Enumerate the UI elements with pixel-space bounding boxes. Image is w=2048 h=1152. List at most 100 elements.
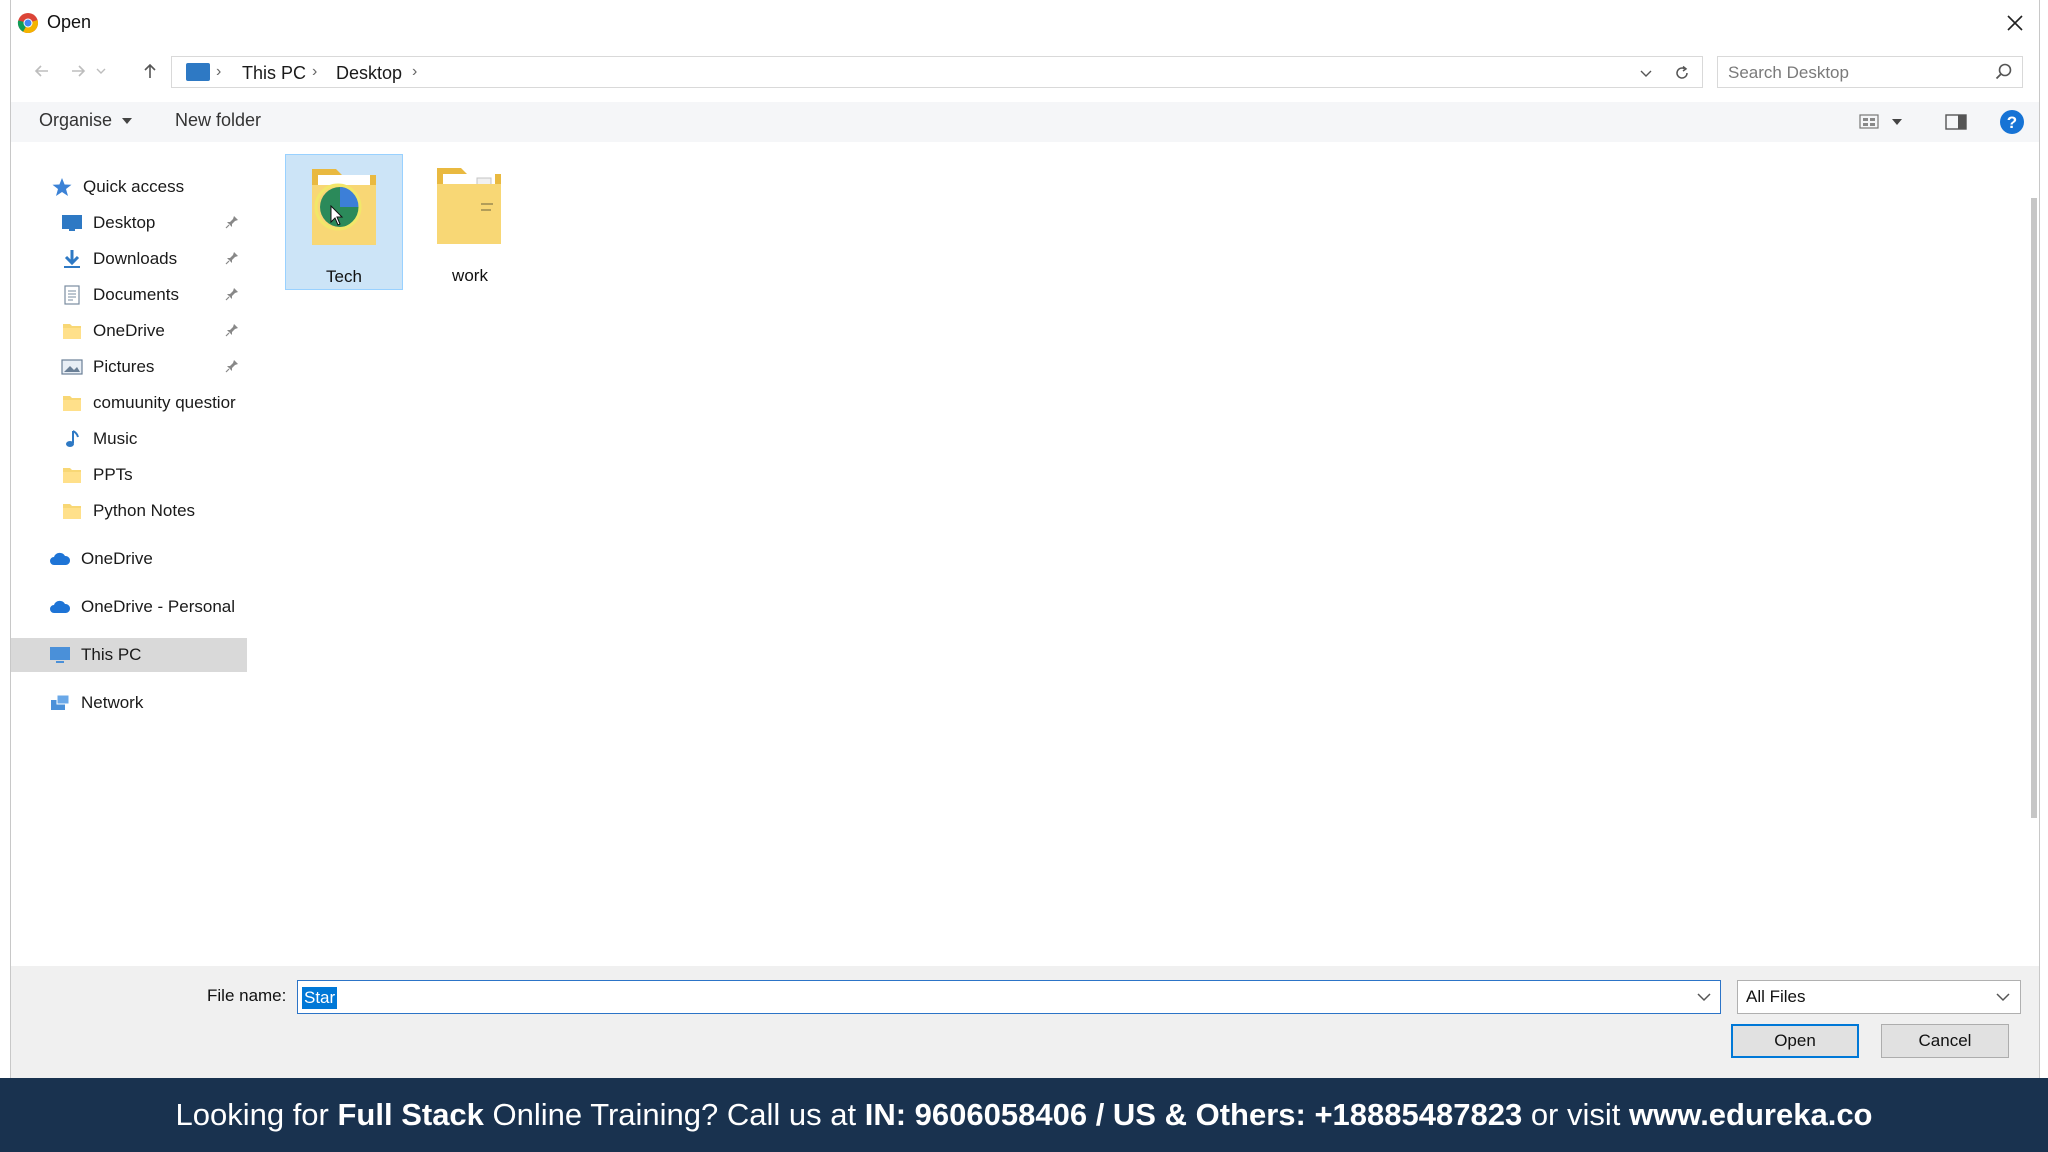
nav-item-label: Python Notes [93, 501, 196, 520]
banner-text-3: or visit [1522, 1097, 1629, 1132]
music-icon [66, 430, 79, 447]
file-item-work[interactable]: work [411, 154, 529, 290]
window-title: Open [47, 12, 92, 32]
file-item-tech[interactable]: Tech [285, 154, 403, 290]
arrow-right-icon [72, 65, 86, 77]
help-button[interactable]: ? [1999, 110, 2025, 134]
nav-item-documents[interactable]: Documents [11, 278, 247, 312]
banner-course: Full Stack [337, 1097, 484, 1132]
nav-network-label: Network [81, 693, 144, 712]
view-options-icon [1859, 114, 1879, 129]
new-folder-button[interactable]: New folder [175, 110, 261, 131]
this-pc-icon [186, 63, 210, 81]
mouse-cursor-icon [330, 205, 344, 226]
chevron-down-icon[interactable] [1694, 987, 1714, 1007]
close-button[interactable] [1997, 6, 2033, 40]
crumb-desktop[interactable]: Desktop [336, 63, 402, 84]
file-type-value: All Files [1746, 987, 1806, 1006]
organise-label: Organise [39, 110, 113, 130]
file-name-combobox[interactable]: Star [297, 980, 1721, 1014]
nav-onedrive-label: OneDrive [81, 549, 153, 568]
open-button[interactable]: Open [1731, 1024, 1859, 1058]
file-name-input[interactable]: Star [302, 987, 338, 1009]
nav-item-pictures[interactable]: Pictures [11, 350, 247, 384]
dialog-footer: File name: Star All Files Open Cancel [11, 966, 2039, 1078]
arrow-left-icon [34, 65, 48, 77]
nav-onedrive-personal[interactable]: OneDrive - Personal [11, 590, 247, 624]
nav-item-onedrive-folder[interactable]: OneDrive [11, 314, 247, 348]
documents-icon [64, 285, 80, 305]
navigation-pane: Quick access Desktop Downloads Documents… [11, 150, 247, 968]
back-button[interactable] [27, 56, 57, 86]
refresh-button[interactable] [1670, 61, 1694, 85]
nav-item-label: Pictures [93, 357, 155, 376]
chevron-down-icon [1996, 993, 2010, 1002]
pin-icon [225, 252, 238, 265]
up-button[interactable] [135, 56, 165, 86]
folder-icon [63, 396, 81, 411]
crumb-separator-icon: › [312, 63, 318, 80]
nav-item-label: Downloads [93, 249, 178, 268]
nav-item-label: Desktop [93, 213, 156, 232]
close-icon [2007, 15, 2023, 31]
crumb-this-pc[interactable]: This PC [242, 63, 306, 84]
file-item-label: Tech [326, 267, 362, 286]
caret-down-icon [1892, 119, 1902, 125]
network-icon [51, 694, 70, 710]
chevron-down-icon [1640, 70, 1652, 77]
nav-network[interactable]: Network [11, 686, 247, 720]
pin-icon [225, 216, 238, 229]
recent-locations-button[interactable] [91, 56, 111, 86]
preview-pane-icon [1945, 114, 1967, 130]
file-type-select[interactable]: All Files [1737, 980, 2021, 1014]
arrow-up-icon [144, 63, 156, 78]
crumb-separator-icon: › [412, 63, 418, 80]
promo-banner: Looking for Full Stack Online Training? … [0, 1078, 2048, 1152]
cloud-icon [50, 600, 71, 613]
folder-icon [63, 504, 81, 519]
nav-item-ppts[interactable]: PPTs [11, 458, 247, 492]
crumb-separator-icon: › [216, 63, 222, 80]
search-box[interactable] [1717, 56, 2023, 88]
nav-item-comuunity-questior[interactable]: comuunity questior [11, 386, 247, 420]
banner-text-2: Online Training? Call us at [483, 1097, 865, 1132]
desktop-icon [62, 215, 82, 231]
nav-quick-access-label: Quick access [83, 177, 185, 196]
pin-icon [225, 360, 238, 373]
address-dropdown-button[interactable] [1634, 61, 1658, 85]
nav-onedrive[interactable]: OneDrive [11, 542, 247, 576]
search-input[interactable] [1726, 61, 1980, 85]
address-bar[interactable]: › This PC › Desktop › [171, 56, 1703, 88]
open-dialog: Open › This PC › Desktop › Search Deskto… [10, 0, 2040, 1078]
change-view-button[interactable] [1851, 110, 1911, 134]
folder-icon [312, 169, 376, 245]
title-bar: Open [11, 0, 2039, 46]
nav-item-music[interactable]: Music [11, 422, 247, 456]
pictures-icon [61, 359, 83, 375]
file-name-label: File name: [207, 986, 287, 1005]
organise-button[interactable]: Organise [39, 110, 133, 131]
nav-quick-access[interactable]: Quick access [11, 170, 247, 204]
pin-icon [225, 288, 238, 301]
nav-item-desktop[interactable]: Desktop [11, 206, 247, 240]
banner-website: www.edureka.co [1629, 1097, 1873, 1132]
preview-pane-button[interactable] [1943, 110, 1969, 134]
nav-item-label: Music [93, 429, 138, 448]
banner-phone: IN: 9606058406 / US & Others: +188854878… [864, 1097, 1523, 1132]
nav-item-label: comuunity questior [93, 393, 236, 412]
nav-this-pc[interactable]: This PC [11, 638, 247, 672]
cancel-button[interactable]: Cancel [1881, 1024, 2009, 1058]
command-bar: Organise New folder ? [11, 102, 2039, 142]
refresh-icon [1676, 65, 1688, 79]
nav-item-downloads[interactable]: Downloads [11, 242, 247, 276]
pin-icon [225, 324, 238, 337]
file-list: Tech work [261, 150, 2025, 960]
forward-button[interactable] [63, 56, 93, 86]
scrollbar-thumb[interactable] [2031, 198, 2037, 818]
caret-down-icon [122, 118, 133, 124]
nav-this-pc-label: This PC [81, 645, 142, 664]
chevron-down-icon [96, 68, 106, 74]
folder-icon [63, 468, 81, 483]
nav-item-python-notes[interactable]: Python Notes [11, 494, 247, 528]
vertical-scrollbar[interactable] [2029, 150, 2039, 820]
